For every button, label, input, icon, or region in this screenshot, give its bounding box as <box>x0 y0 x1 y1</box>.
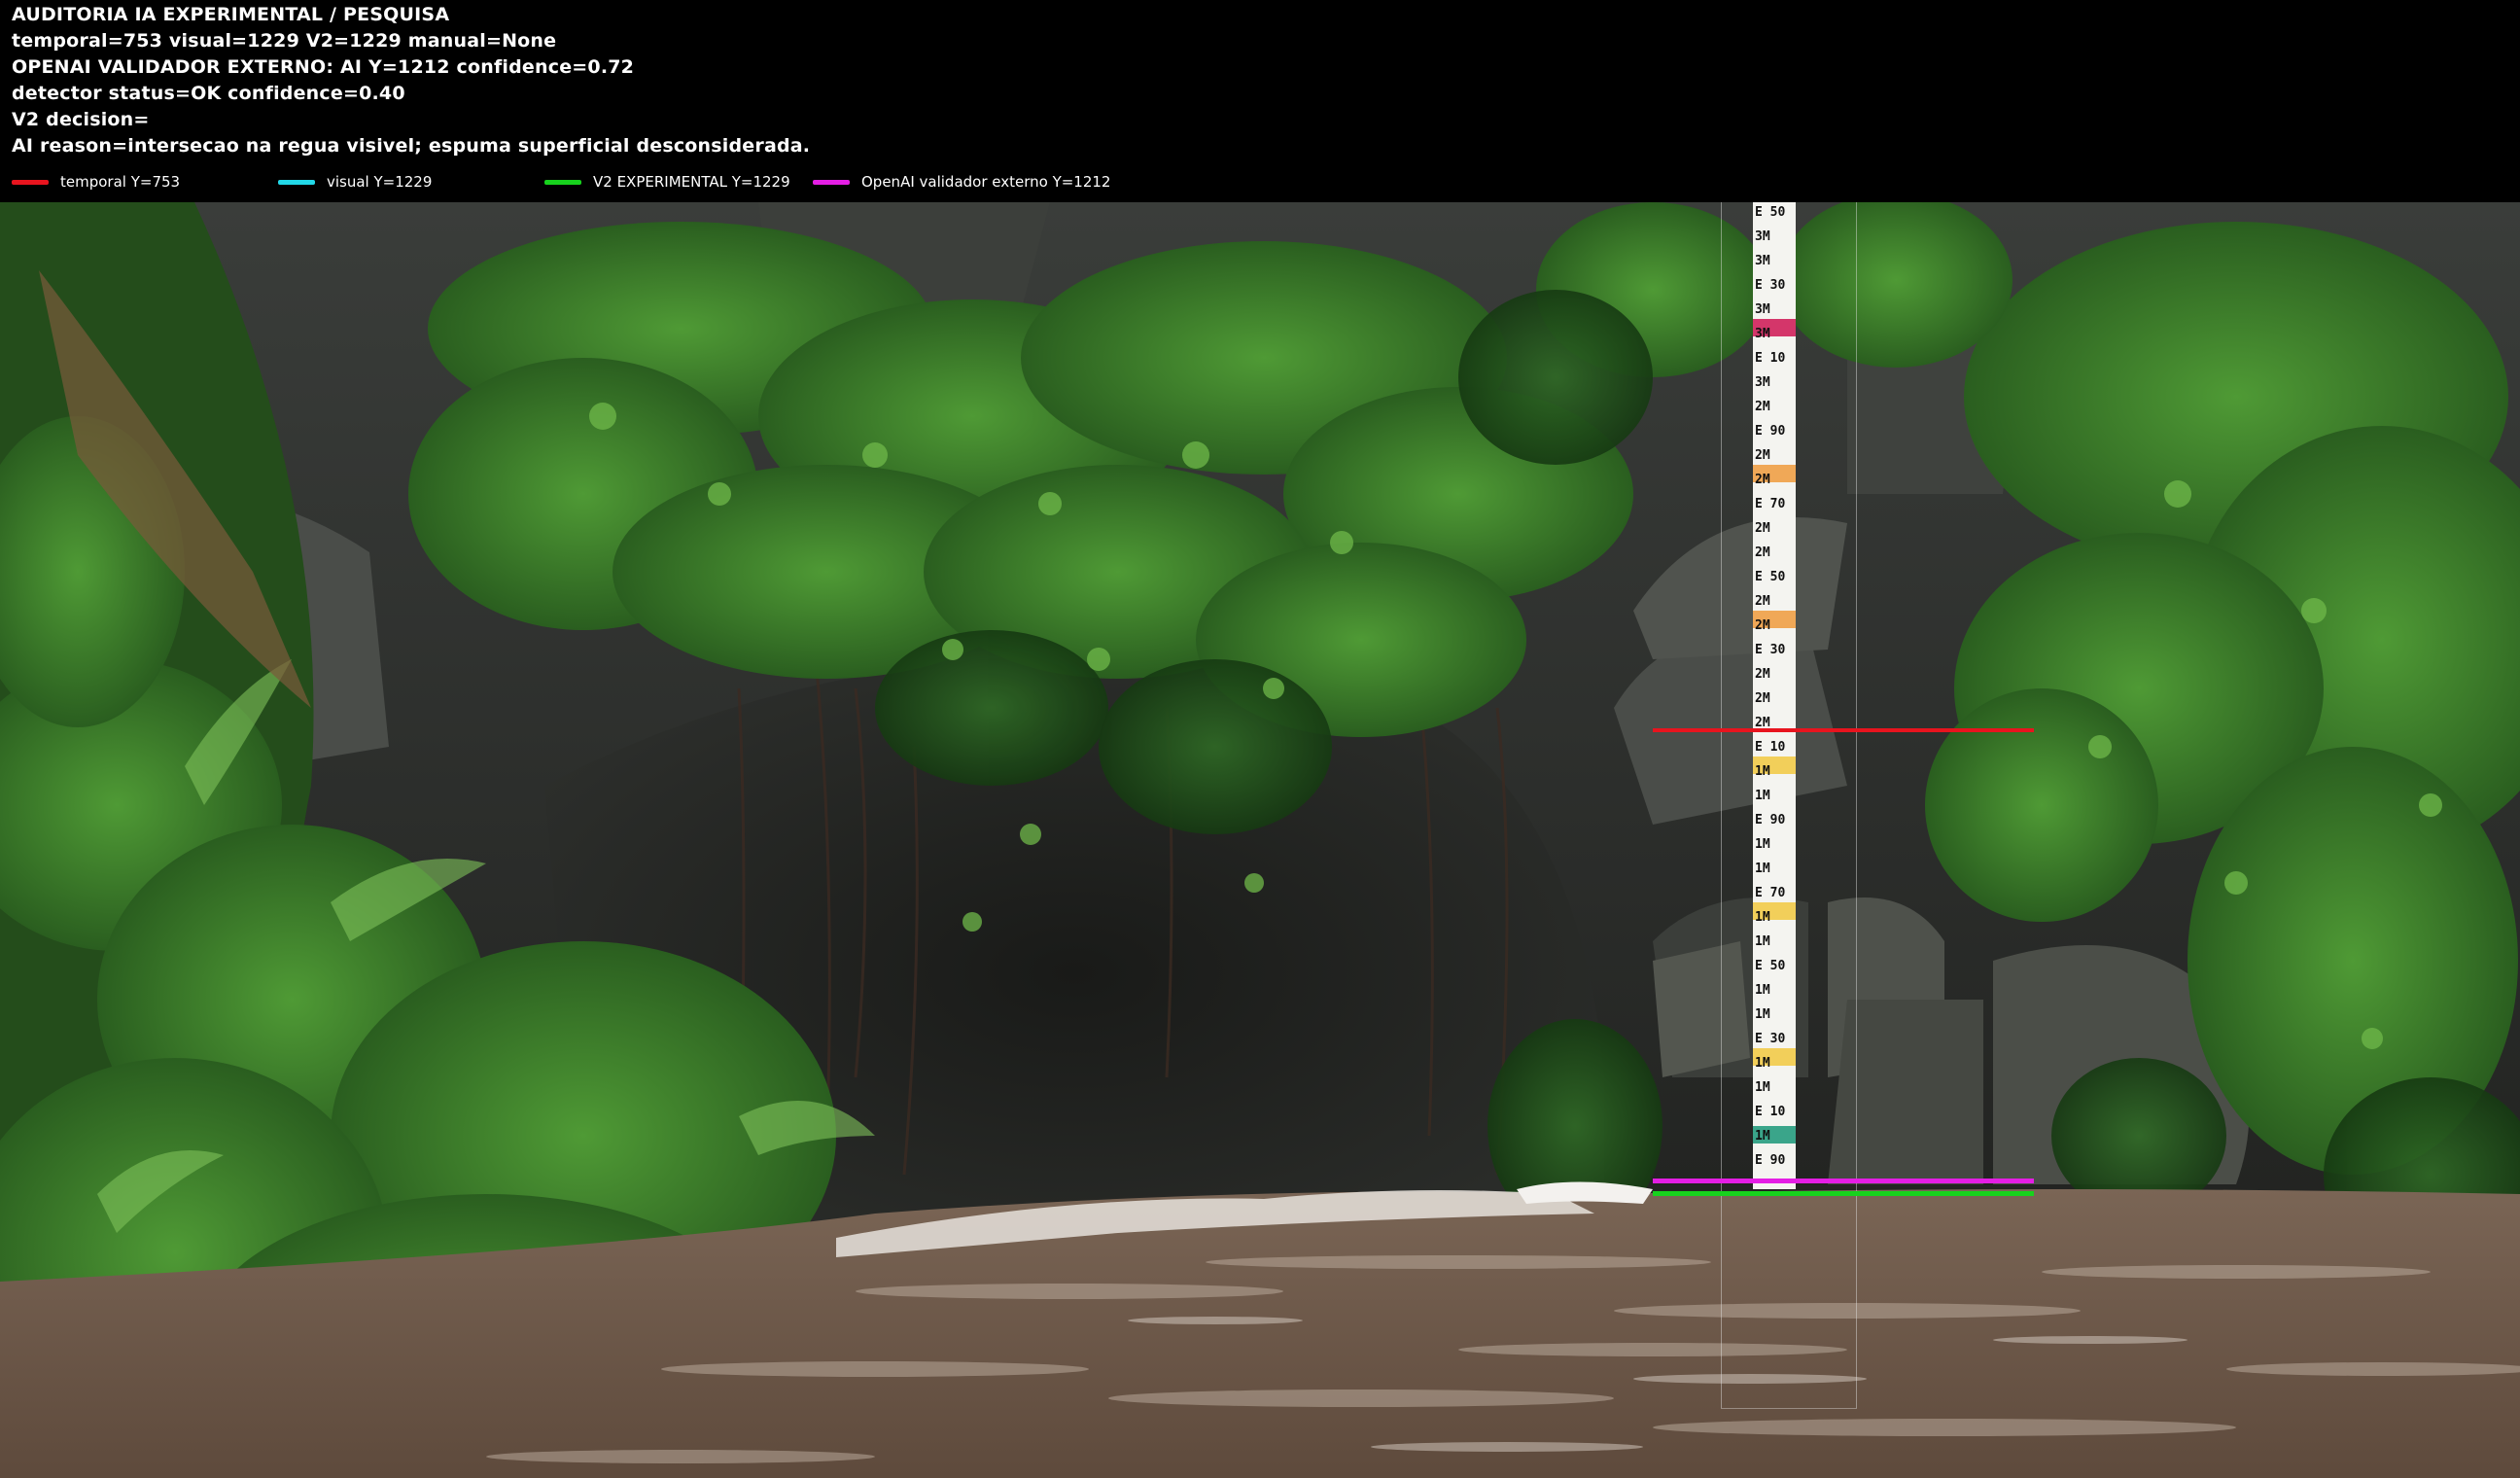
legend-label: V2 EXPERIMENTAL Y=1229 <box>593 173 790 191</box>
staff-tick-label: 2M <box>1755 448 1770 463</box>
legend-label: visual Y=1229 <box>327 173 433 191</box>
line-swatch-icon <box>12 179 49 185</box>
staff-tick-label: E 90 <box>1755 424 1786 439</box>
staff-tick-label: 1M <box>1755 983 1770 998</box>
staff-tick-label: 1M <box>1755 789 1770 803</box>
v2-level-line <box>1653 1191 2034 1196</box>
staff-tick-label: 2M <box>1755 691 1770 706</box>
staff-tick-label: 2M <box>1755 667 1770 682</box>
river-scene-image <box>0 202 2520 1478</box>
roi-right-guide <box>1856 202 1857 1408</box>
staff-tick-label: 2M <box>1755 545 1770 560</box>
line-swatch-icon <box>278 179 315 185</box>
staff-tick-label: 1M <box>1755 910 1770 925</box>
legend-temporal: temporal Y=753 <box>12 171 180 193</box>
staff-tick-label: E 90 <box>1755 1153 1786 1168</box>
staff-tick-label: 2M <box>1755 400 1770 414</box>
staff-tick-label: 3M <box>1755 229 1770 244</box>
level-values-line: temporal=753 visual=1229 V2=1229 manual=… <box>12 30 557 52</box>
roi-bottom-guide <box>1721 1408 1857 1409</box>
staff-tick-label: E 70 <box>1755 886 1786 900</box>
staff-tick-label: E 30 <box>1755 1032 1786 1046</box>
water-level-staff-gauge: E 50 3M 3M E 30 3M 3M E 10 3M 2M E 90 2M 2M E 70 2M 2M… <box>1753 202 1796 1189</box>
legend-v2-experimental: V2 EXPERIMENTAL Y=1229 <box>544 171 790 193</box>
legend-label: temporal Y=753 <box>60 173 181 191</box>
staff-tick-label: 3M <box>1755 254 1770 268</box>
staff-tick-label: E 30 <box>1755 643 1786 657</box>
line-swatch-icon <box>544 179 581 185</box>
staff-tick-label: 3M <box>1755 375 1770 390</box>
ai-reason-line: AI reason=intersecao na regua visivel; e… <box>12 135 811 157</box>
staff-tick-label: 2M <box>1755 473 1770 487</box>
audit-title: AUDITORIA IA EXPERIMENTAL / PESQUISA <box>12 4 450 25</box>
staff-tick-label: 3M <box>1755 327 1770 341</box>
staff-tick-label: E 50 <box>1755 959 1786 973</box>
staff-tick-label: 1M <box>1755 837 1770 852</box>
staff-tick-label: E 90 <box>1755 813 1786 827</box>
staff-tick-label: 2M <box>1755 618 1770 633</box>
staff-tick-label: 1M <box>1755 862 1770 876</box>
detector-status-line: detector status=OK confidence=0.40 <box>12 83 405 104</box>
staff-tick-label: 1M <box>1755 764 1770 779</box>
openai-level-line <box>1653 1179 2034 1183</box>
temporal-level-line <box>1653 728 2034 732</box>
staff-tick-label: 2M <box>1755 521 1770 536</box>
staff-tick-label: E 70 <box>1755 497 1786 511</box>
audit-header-overlay: AUDITORIA IA EXPERIMENTAL / PESQUISA tem… <box>0 0 2520 202</box>
staff-tick-label: 3M <box>1755 302 1770 317</box>
staff-tick-label: 1M <box>1755 1056 1770 1071</box>
staff-tick-label: E 10 <box>1755 740 1786 755</box>
legend-openai-validator: OpenAI validador externo Y=1212 <box>813 171 1110 193</box>
staff-tick-label: 1M <box>1755 934 1770 949</box>
staff-tick-label: 1M <box>1755 1080 1770 1095</box>
staff-tick-label: E 50 <box>1755 570 1786 584</box>
legend-visual: visual Y=1229 <box>278 171 432 193</box>
staff-tick-label: E 10 <box>1755 351 1786 366</box>
staff-tick-label: 1M <box>1755 1129 1770 1144</box>
roi-left-guide <box>1721 202 1722 1408</box>
line-swatch-icon <box>813 179 850 185</box>
staff-tick-label: 2M <box>1755 594 1770 609</box>
staff-tick-label: E 30 <box>1755 278 1786 293</box>
openai-validator-line: OPENAI VALIDADOR EXTERNO: AI Y=1212 conf… <box>12 56 635 78</box>
staff-tick-label: 1M <box>1755 1007 1770 1022</box>
v2-decision-line: V2 decision= <box>12 109 150 130</box>
staff-tick-label: E 10 <box>1755 1105 1786 1119</box>
staff-tick-label: E 50 <box>1755 205 1786 220</box>
camera-frame: E 50 3M 3M E 30 3M 3M E 10 3M 2M E 90 2M 2M E 70 2M 2M… <box>0 202 2520 1478</box>
legend-label: OpenAI validador externo Y=1212 <box>861 173 1111 191</box>
